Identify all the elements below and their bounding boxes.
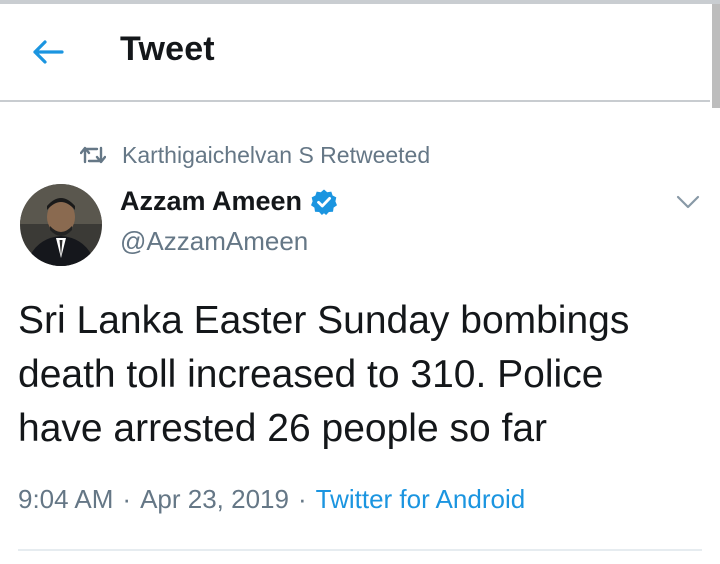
section-divider [18, 549, 702, 551]
top-app-bar: Tweet [0, 4, 710, 102]
retweet-context[interactable]: Karthigaichelvan S Retweeted [78, 138, 430, 172]
meta-separator: · [122, 484, 132, 514]
tweet-source-link[interactable]: Twitter for Android [316, 484, 526, 515]
retweet-label: Karthigaichelvan S Retweeted [122, 141, 431, 168]
author-name: Azzam Ameen [120, 186, 303, 216]
avatar[interactable] [20, 184, 102, 266]
page-title: Tweet [120, 30, 215, 68]
tweet-menu-button[interactable] [672, 188, 704, 216]
arrow-left-icon [33, 40, 64, 64]
tweet-date: Apr 23, 2019 [140, 484, 289, 514]
tweet-metadata: 9:04 AM · Apr 23, 2019 · Twitter for And… [18, 484, 525, 515]
back-button[interactable] [26, 32, 70, 72]
author-handle[interactable]: @AzzamAmeen [120, 226, 308, 257]
scrollbar[interactable] [712, 4, 720, 108]
retweet-icon [78, 140, 108, 170]
tweet-body: Sri Lanka Easter Sunday bombings death t… [18, 299, 630, 450]
verified-badge-icon [310, 188, 338, 216]
author-name-link[interactable]: Azzam Ameen [120, 186, 338, 217]
meta-separator: · [297, 484, 307, 514]
tweet-time: 9:04 AM [18, 484, 114, 514]
chevron-down-icon [676, 195, 700, 209]
tweet-detail-screen: Tweet Karthigaichelvan S Retweeted Azzam… [0, 0, 720, 564]
